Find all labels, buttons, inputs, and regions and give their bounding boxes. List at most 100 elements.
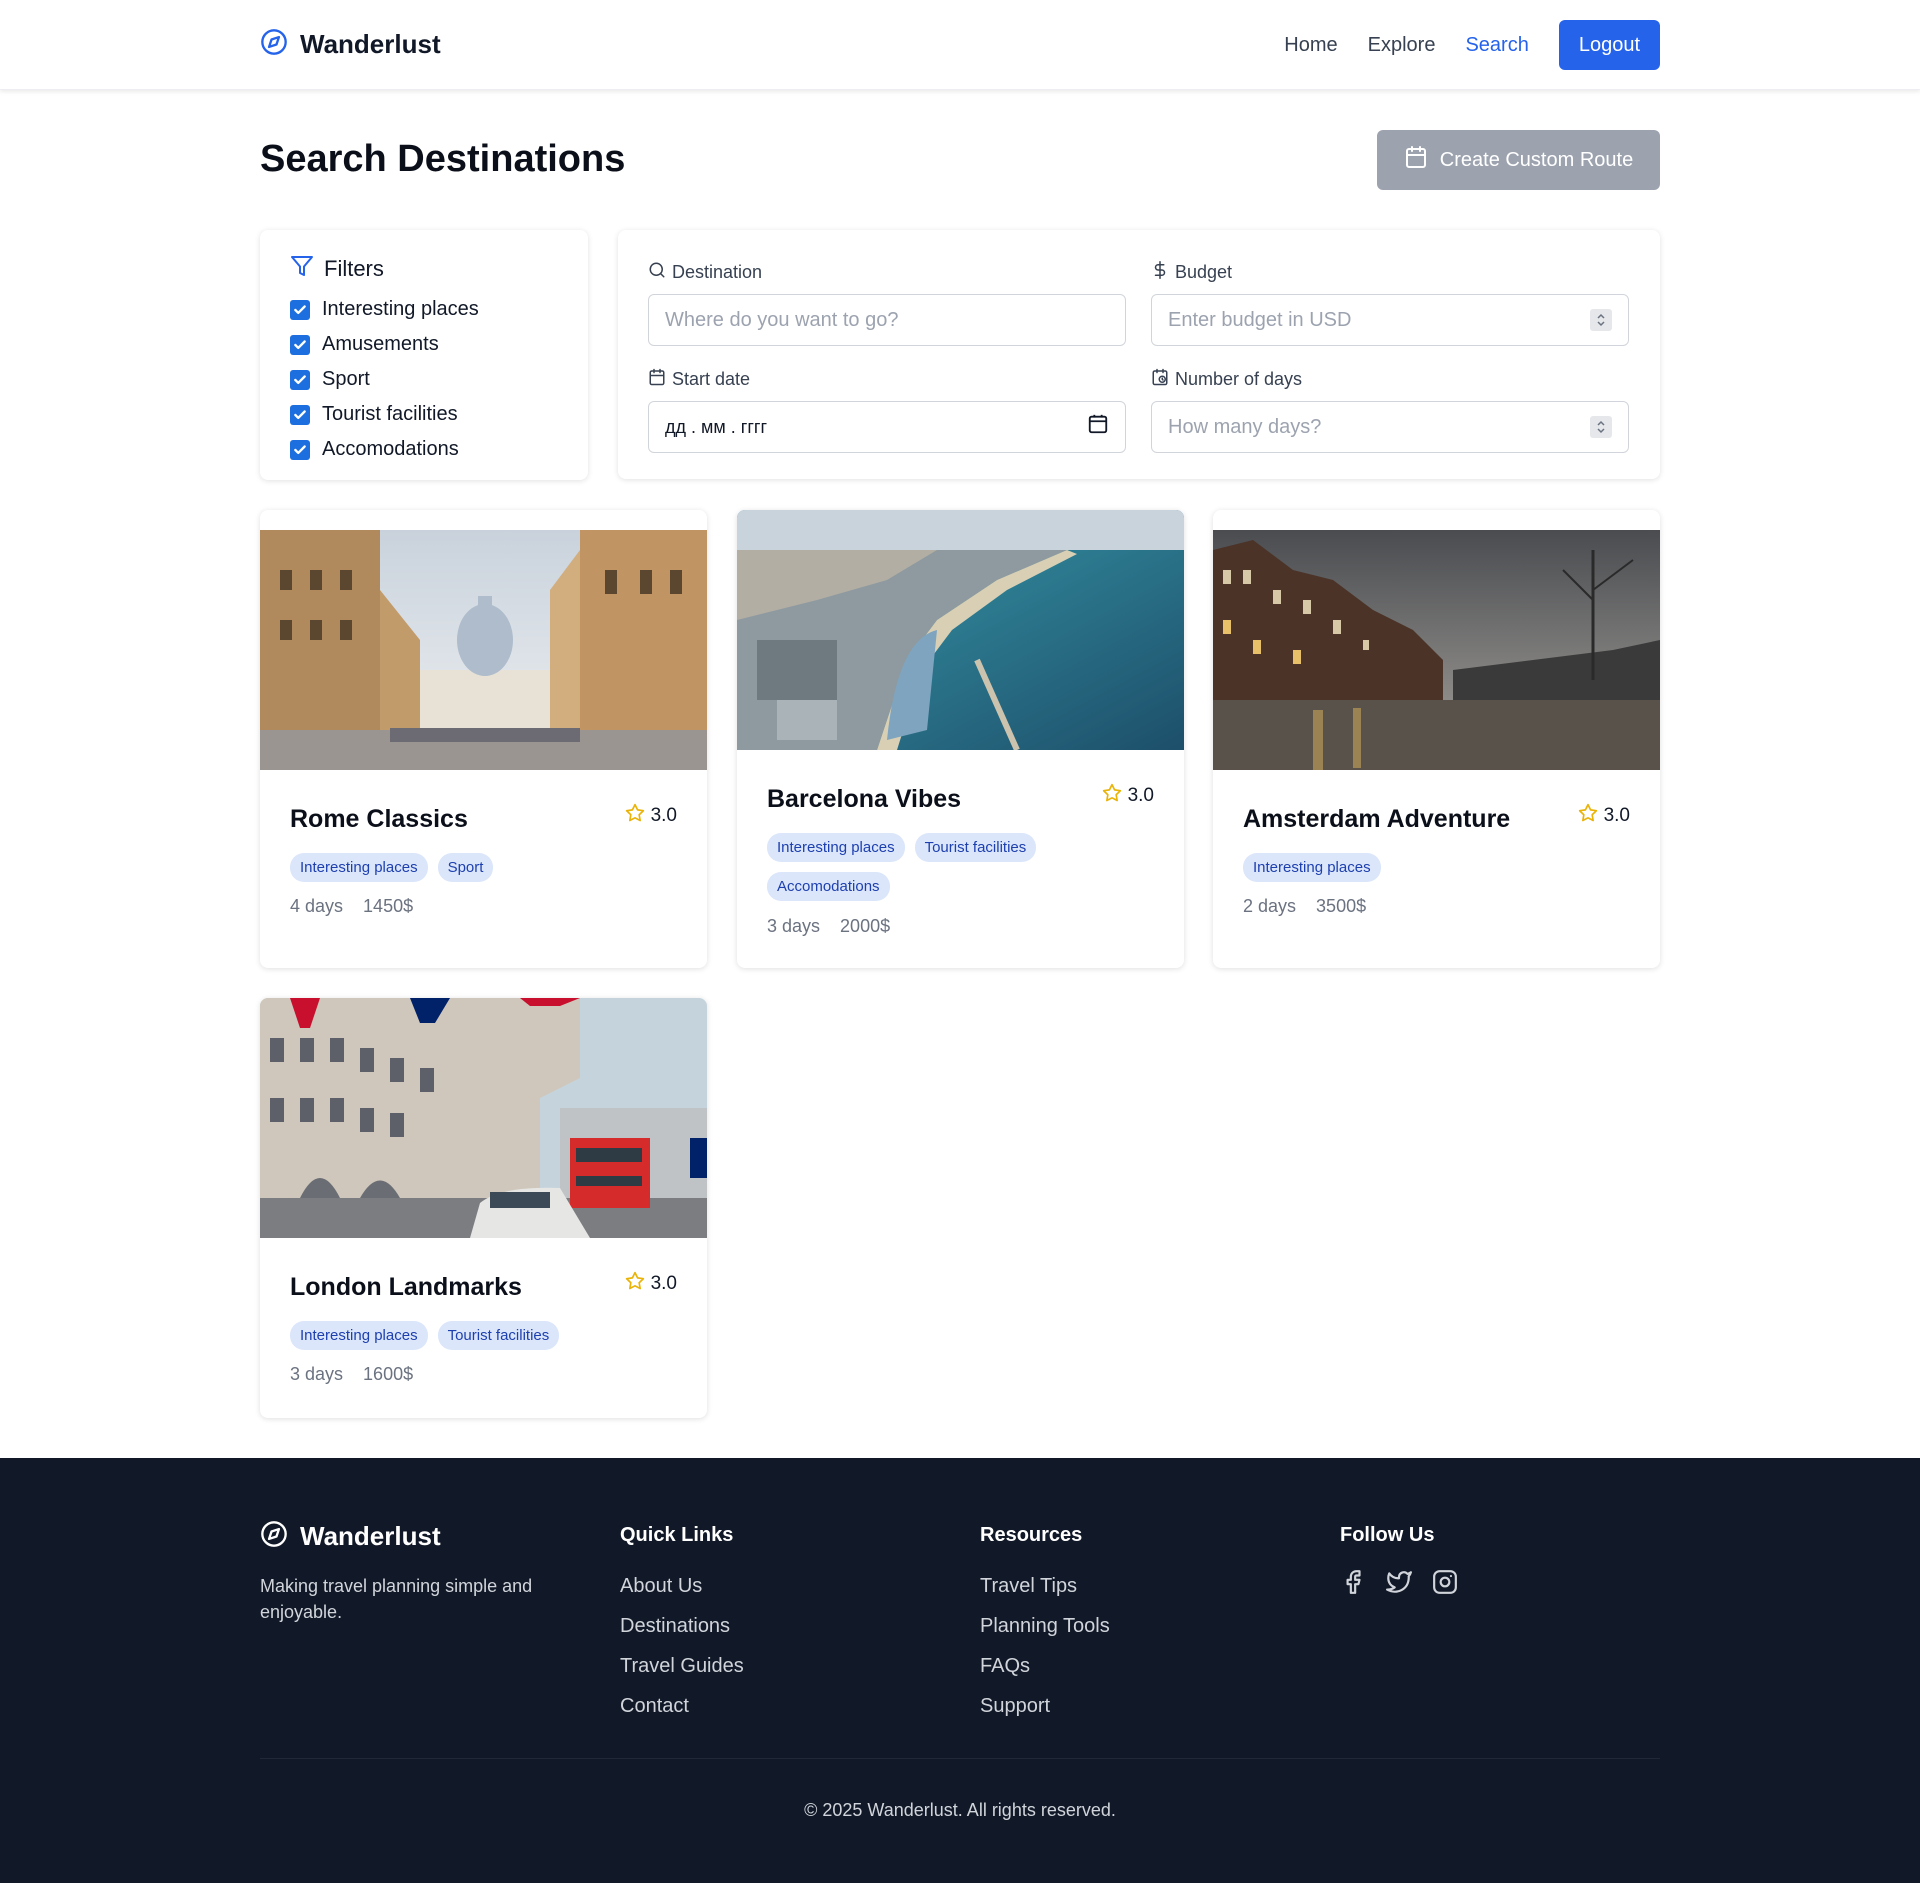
top-navbar: Wanderlust Home Explore Search Logout <box>0 0 1920 90</box>
card-title: London Landmarks <box>290 1273 522 1301</box>
route-card-london[interactable]: London Landmarks 3.0 Interesting places … <box>260 998 707 1418</box>
start-date-label: Start date <box>672 368 751 389</box>
card-days: 4 days <box>290 896 344 916</box>
budget-field: Budget Enter budget in USD <box>1151 260 1629 346</box>
star-icon <box>625 803 645 829</box>
number-spinner-icon[interactable] <box>1590 416 1612 438</box>
checkbox-checked-icon[interactable] <box>290 334 310 355</box>
calendar-clock-icon <box>1151 368 1169 391</box>
days-label: Number of days <box>1175 368 1303 389</box>
card-meta: 3 days 1600$ <box>290 1364 413 1385</box>
rating-value: 3.0 <box>650 805 677 826</box>
footer-divider <box>260 1758 1660 1759</box>
start-date-input[interactable]: дд . мм . гггг <box>648 401 1126 453</box>
copyright-text: © 2025 Wanderlust. All rights reserved. <box>804 1800 1116 1820</box>
tag: Sport <box>437 853 494 882</box>
brand-logo-link[interactable]: Wanderlust <box>260 28 441 61</box>
card-title: Amsterdam Adventure <box>1243 805 1511 833</box>
tag: Interesting places <box>767 833 905 862</box>
follow-us-title: Follow Us <box>1340 1524 1435 1546</box>
rating-value: 3.0 <box>1603 805 1630 826</box>
filter-accomodations[interactable]: Accomodations <box>290 432 558 467</box>
instagram-icon[interactable] <box>1432 1569 1458 1600</box>
footer-brand: Wanderlust <box>260 1520 441 1553</box>
quick-links-title: Quick Links <box>620 1524 734 1546</box>
footer-link-travel-tips[interactable]: Travel Tips <box>980 1575 1110 1615</box>
footer-link-contact[interactable]: Contact <box>620 1695 744 1735</box>
card-price: 2000$ <box>840 916 891 936</box>
footer-link-travel-guides[interactable]: Travel Guides <box>620 1655 744 1695</box>
compass-icon <box>260 28 288 61</box>
route-card-barcelona[interactable]: Barcelona Vibes 3.0 Interesting places T… <box>737 510 1184 968</box>
filter-label: Interesting places <box>322 298 479 320</box>
budget-placeholder: Enter budget in USD <box>1168 308 1352 331</box>
destination-placeholder: Where do you want to go? <box>665 308 899 331</box>
footer-description: Making travel planning simple and enjoya… <box>260 1576 533 1622</box>
card-tags: Interesting places Tourist facilities Ac… <box>767 833 1157 901</box>
tag: Tourist facilities <box>437 1321 560 1350</box>
nav-home-link[interactable]: Home <box>1284 34 1337 57</box>
search-panel: Destination Where do you want to go? Bud… <box>618 230 1660 479</box>
footer-follow-us: Follow Us <box>1340 1524 1458 1600</box>
filter-sport[interactable]: Sport <box>290 362 558 397</box>
filter-label: Tourist facilities <box>322 403 458 425</box>
london-photo <box>260 998 707 1238</box>
budget-input[interactable]: Enter budget in USD <box>1151 294 1629 346</box>
tag: Accomodations <box>767 872 890 901</box>
card-days: 3 days <box>290 1364 344 1384</box>
card-price: 1450$ <box>363 896 414 916</box>
route-card-amsterdam[interactable]: Amsterdam Adventure 3.0 Interesting plac… <box>1213 510 1660 968</box>
rome-photo <box>260 530 707 770</box>
tag: Interesting places <box>1243 853 1381 882</box>
twitter-icon[interactable] <box>1386 1569 1412 1600</box>
card-tags: Interesting places Tourist facilities <box>290 1321 680 1350</box>
dollar-icon <box>1151 260 1169 284</box>
filter-amusements[interactable]: Amusements <box>290 327 558 362</box>
days-input[interactable]: How many days? <box>1151 401 1629 453</box>
card-meta: 4 days 1450$ <box>290 896 413 917</box>
star-icon <box>1102 783 1122 809</box>
destination-input[interactable]: Where do you want to go? <box>648 294 1126 346</box>
facebook-icon[interactable] <box>1340 1569 1366 1600</box>
route-card-rome[interactable]: Rome Classics 3.0 Interesting places Spo… <box>260 510 707 968</box>
checkbox-checked-icon[interactable] <box>290 369 310 390</box>
filter-funnel-icon <box>290 254 314 284</box>
calendar-icon <box>648 368 666 391</box>
footer-link-faqs[interactable]: FAQs <box>980 1655 1110 1695</box>
resources-title: Resources <box>980 1524 1083 1546</box>
number-spinner-icon[interactable] <box>1590 309 1612 331</box>
filters-panel: Filters Interesting places Amusements Sp… <box>260 230 588 480</box>
create-custom-route-button[interactable]: Create Custom Route <box>1377 130 1660 190</box>
footer-link-destinations[interactable]: Destinations <box>620 1615 744 1655</box>
date-picker-icon[interactable] <box>1087 413 1109 441</box>
star-icon <box>625 1271 645 1297</box>
filter-label: Sport <box>322 368 370 390</box>
footer-link-about-us[interactable]: About Us <box>620 1575 744 1615</box>
tag: Interesting places <box>290 853 428 882</box>
checkbox-checked-icon[interactable] <box>290 404 310 425</box>
filter-label: Accomodations <box>322 438 459 460</box>
days-placeholder: How many days? <box>1168 415 1322 438</box>
budget-label: Budget <box>1175 261 1233 282</box>
rating-value: 3.0 <box>650 1273 677 1294</box>
filter-tourist-facilities[interactable]: Tourist facilities <box>290 397 558 432</box>
footer-link-planning-tools[interactable]: Planning Tools <box>980 1615 1110 1655</box>
site-footer: Wanderlust Making travel planning simple… <box>0 1458 1920 1883</box>
nav-search-link[interactable]: Search <box>1465 34 1528 57</box>
filter-interesting-places[interactable]: Interesting places <box>290 292 558 327</box>
days-field: Number of days How many days? <box>1151 367 1629 453</box>
tag: Interesting places <box>290 1321 428 1350</box>
footer-brand-name: Wanderlust <box>300 1521 441 1551</box>
footer-link-support[interactable]: Support <box>980 1695 1110 1735</box>
checkbox-checked-icon[interactable] <box>290 299 310 320</box>
logout-button[interactable]: Logout <box>1558 20 1660 70</box>
card-title: Rome Classics <box>290 805 468 833</box>
rating-value: 3.0 <box>1127 785 1154 806</box>
nav-explore-link[interactable]: Explore <box>1368 34 1436 57</box>
create-custom-route-label: Create Custom Route <box>1439 148 1634 171</box>
checkbox-checked-icon[interactable] <box>290 439 310 460</box>
barcelona-photo <box>737 510 1184 750</box>
card-days: 2 days <box>1243 896 1297 916</box>
main-nav: Home Explore Search Logout <box>1284 20 1660 70</box>
page-title: Search Destinations <box>260 138 626 180</box>
